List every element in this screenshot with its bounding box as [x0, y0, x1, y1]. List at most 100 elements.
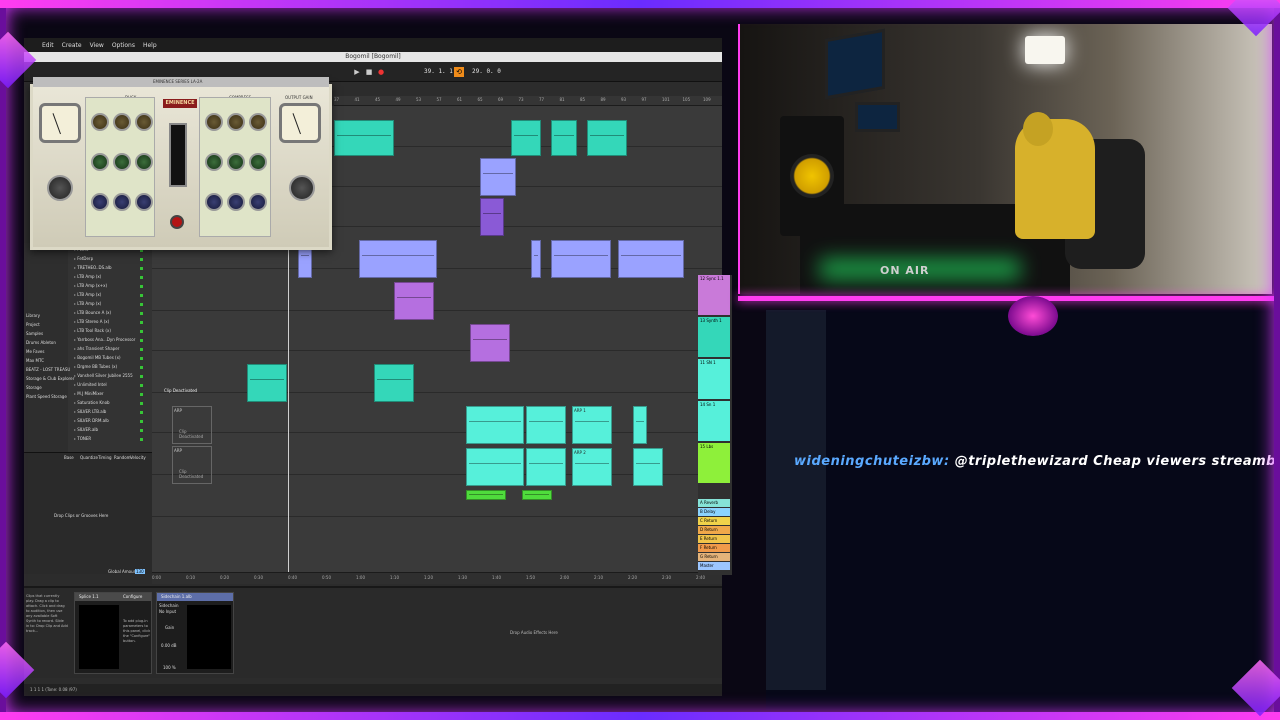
deactivated-clip[interactable]: ARP Clip Deactivated: [172, 446, 212, 484]
knob-warm-3[interactable]: [135, 113, 153, 131]
midi-clip[interactable]: [480, 198, 504, 236]
knob-warm-2[interactable]: [113, 113, 131, 131]
track-header[interactable]: Master: [698, 562, 730, 570]
menu-edit[interactable]: Edit: [42, 42, 54, 49]
browser-device-item[interactable]: Drgme BB Tubes (x): [74, 364, 117, 369]
midi-clip[interactable]: [394, 282, 434, 320]
knob-blue-2[interactable]: [113, 193, 131, 211]
splice-device[interactable]: Splice 1.1 Configure To add plug-in para…: [74, 592, 152, 674]
browser-device-item[interactable]: TRETHEO..DS.alb: [74, 265, 111, 270]
browser-device-item[interactable]: LTB Amp (x): [74, 301, 101, 306]
deactivated-clip[interactable]: ARP Clip Deactivated: [172, 406, 212, 444]
browser-device-item[interactable]: LTB Bounce A (x): [74, 310, 111, 315]
browser-category[interactable]: Library: [26, 313, 40, 318]
track-header[interactable]: E Return: [698, 535, 730, 543]
knob-warm-6[interactable]: [249, 113, 267, 131]
track-header[interactable]: B Delay: [698, 508, 730, 516]
song-position[interactable]: 39. 1. 1: [424, 68, 453, 75]
power-knob[interactable]: [170, 215, 184, 229]
menu-options[interactable]: Options: [112, 42, 135, 49]
track-header[interactable]: A Reverb: [698, 499, 730, 507]
midi-clip[interactable]: [466, 448, 524, 486]
midi-clip[interactable]: [334, 120, 394, 156]
sidechain-input-select[interactable]: No Input: [159, 609, 176, 614]
midi-clip[interactable]: [633, 448, 663, 486]
midi-clip[interactable]: [466, 406, 524, 444]
knob-blue-5[interactable]: [227, 193, 245, 211]
browser-device-item[interactable]: LTB Tool Rack (x): [74, 328, 111, 333]
input-gain-knob[interactable]: [47, 175, 73, 201]
loop-length[interactable]: 29. 0. 0: [472, 68, 501, 75]
menu-help[interactable]: Help: [143, 42, 157, 49]
midi-clip[interactable]: [359, 240, 437, 278]
midi-clip[interactable]: [466, 490, 506, 500]
knob-green-3[interactable]: [135, 153, 153, 171]
plugin-window[interactable]: EMINENCE SERIES LA-2A EMINENCE DUCK COMP…: [30, 77, 332, 250]
midi-clip[interactable]: [587, 120, 627, 156]
menu-view[interactable]: View: [90, 42, 104, 49]
knob-warm-5[interactable]: [227, 113, 245, 131]
track-header[interactable]: F Return: [698, 544, 730, 552]
stop-icon[interactable]: ■: [364, 67, 374, 77]
loop-icon[interactable]: ⟲: [454, 67, 464, 77]
global-amount-value[interactable]: 130: [135, 569, 145, 574]
knob-green-6[interactable]: [249, 153, 267, 171]
browser-device-item[interactable]: SILVER DRM.alb: [74, 418, 109, 423]
play-icon[interactable]: ▶: [352, 67, 362, 77]
browser-device-item[interactable]: Unlimited Intel: [74, 382, 106, 387]
sidechain-device[interactable]: Sidechain 1.alb Sidechain No Input Gain …: [156, 592, 234, 674]
track-header[interactable]: 13 Synth 1: [698, 317, 730, 357]
midi-clip[interactable]: [633, 406, 647, 444]
browser-device-item[interactable]: LTB Amp (x): [74, 274, 101, 279]
midi-clip[interactable]: [374, 364, 414, 402]
browser-device-item[interactable]: M.J MiniMixer: [74, 391, 103, 396]
midi-clip[interactable]: [531, 240, 541, 278]
knob-blue-3[interactable]: [135, 193, 153, 211]
browser-category[interactable]: Samples: [26, 331, 43, 336]
track-header[interactable]: G Return: [698, 553, 730, 561]
menu-create[interactable]: Create: [62, 42, 82, 49]
track-header[interactable]: 12 Sync 1.1: [698, 275, 730, 315]
record-icon[interactable]: ●: [376, 67, 386, 77]
configure-button[interactable]: Configure: [123, 593, 142, 601]
browser-device-item[interactable]: FetDerp: [74, 256, 93, 261]
browser-category[interactable]: Storage: [26, 385, 42, 390]
midi-clip[interactable]: [247, 364, 287, 402]
knob-blue-1[interactable]: [91, 193, 109, 211]
midi-clip[interactable]: [526, 448, 566, 486]
midi-clip[interactable]: [511, 120, 541, 156]
track-header[interactable]: D Return: [698, 526, 730, 534]
midi-clip[interactable]: [551, 120, 577, 156]
midi-clip[interactable]: [618, 240, 684, 278]
track-header[interactable]: 14 Sn 1: [698, 401, 730, 441]
browser-category[interactable]: BEATZ - LOST TREASU: [26, 367, 70, 372]
midi-clip[interactable]: [480, 158, 516, 196]
knob-green-5[interactable]: [227, 153, 245, 171]
knob-green-4[interactable]: [205, 153, 223, 171]
midi-clip[interactable]: [551, 240, 611, 278]
midi-clip[interactable]: [522, 490, 552, 500]
browser-device-item[interactable]: Bogomil MB Tubes (x): [74, 355, 120, 360]
browser-device-item[interactable]: TONER: [74, 436, 91, 441]
browser-device-item[interactable]: ahs Transient Shaper: [74, 346, 119, 351]
track-header[interactable]: 11 SN 1: [698, 359, 730, 399]
browser-device-item[interactable]: Vanshell Silver Jubilee 2555: [74, 373, 132, 378]
track-header[interactable]: 15 Lbs: [698, 443, 730, 483]
knob-warm-1[interactable]: [91, 113, 109, 131]
beat-ruler[interactable]: 37 41 45 49 53 57 61 65 69 73 77 81 85 89 93 97 101 105 10…: [334, 96, 722, 106]
browser-device-item[interactable]: Saturation Knob: [74, 400, 109, 405]
browser-category[interactable]: Me Faves: [26, 349, 44, 354]
browser-device-item[interactable]: LTB Amp (x): [74, 292, 101, 297]
browser-category[interactable]: Max MTC: [26, 358, 44, 363]
browser-device-item[interactable]: LTB Stereo A (x): [74, 319, 109, 324]
browser-category[interactable]: Plant Speed Storage: [26, 394, 67, 399]
knob-blue-4[interactable]: [205, 193, 223, 211]
midi-clip[interactable]: ARP 1: [572, 406, 612, 444]
gain-value[interactable]: 0.00 dB: [161, 643, 176, 648]
midi-clip[interactable]: [470, 324, 510, 362]
knob-blue-6[interactable]: [249, 193, 267, 211]
browser-category[interactable]: Drums Ableton: [26, 340, 56, 345]
browser-device-item[interactable]: SILVER LTB.alb: [74, 409, 106, 414]
knob-green-1[interactable]: [91, 153, 109, 171]
browser-category[interactable]: Storage & Club Explorer: [26, 376, 74, 381]
